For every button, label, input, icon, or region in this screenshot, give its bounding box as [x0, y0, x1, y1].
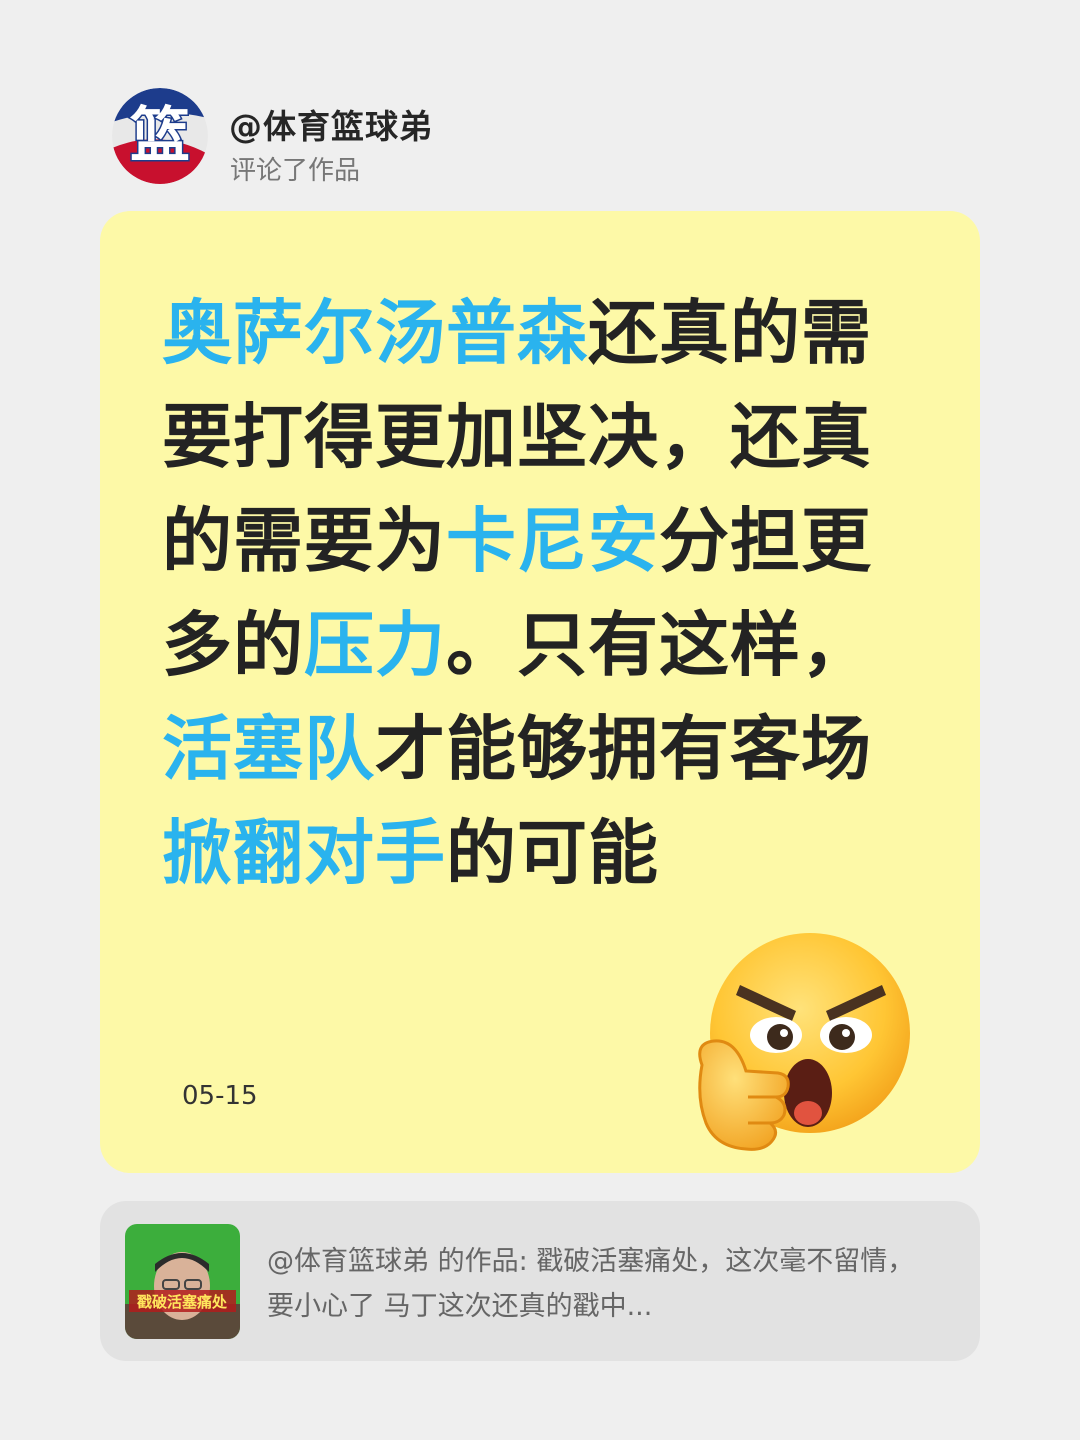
- source-work-description: @体育篮球弟 的作品: 戳破活塞痛处，这次毫不留情，要小心了 马丁这次还真的戳中…: [267, 1246, 915, 1322]
- thinking-angry-face-emoji-icon: [698, 933, 910, 1151]
- highlighted-phrase: 活塞队: [162, 708, 375, 790]
- comment-card: 奥萨尔汤普森还真的需要打得更加坚决，还真的需要为卡尼安分担更多的压力。只有这样，…: [100, 211, 980, 1173]
- action-text: 评论了作品: [230, 156, 361, 186]
- highlighted-phrase: 奥萨尔汤普森: [162, 292, 588, 374]
- source-work-card[interactable]: 戳破活塞痛处 @体育篮球弟 的作品: 戳破活塞痛处，这次毫不留情，要小心了 马丁…: [100, 1201, 980, 1361]
- highlighted-phrase: 压力: [304, 604, 446, 686]
- svg-text:篮: 篮: [130, 101, 190, 171]
- username[interactable]: @体育篮球弟: [229, 100, 433, 148]
- highlighted-phrase: 卡尼安: [446, 500, 659, 582]
- comment-date: 05-15: [182, 1081, 258, 1111]
- basketball-logo-icon: 篮: [112, 88, 208, 184]
- comment-text: 奥萨尔汤普森还真的需要打得更加坚决，还真的需要为卡尼安分担更多的压力。只有这样，…: [162, 281, 922, 905]
- video-thumbnail-image: 戳破活塞痛处: [125, 1224, 240, 1339]
- comment-phrase: 。只有这样，: [446, 604, 872, 686]
- video-thumbnail[interactable]: 戳破活塞痛处: [125, 1224, 240, 1339]
- svg-text:戳破活塞痛处: 戳破活塞痛处: [137, 1293, 228, 1311]
- comment-phrase: 的可能: [446, 812, 659, 894]
- avatar[interactable]: 篮: [112, 88, 208, 184]
- highlighted-phrase: 掀翻对手: [162, 812, 446, 894]
- comment-phrase: 才能够拥有客场: [375, 708, 872, 790]
